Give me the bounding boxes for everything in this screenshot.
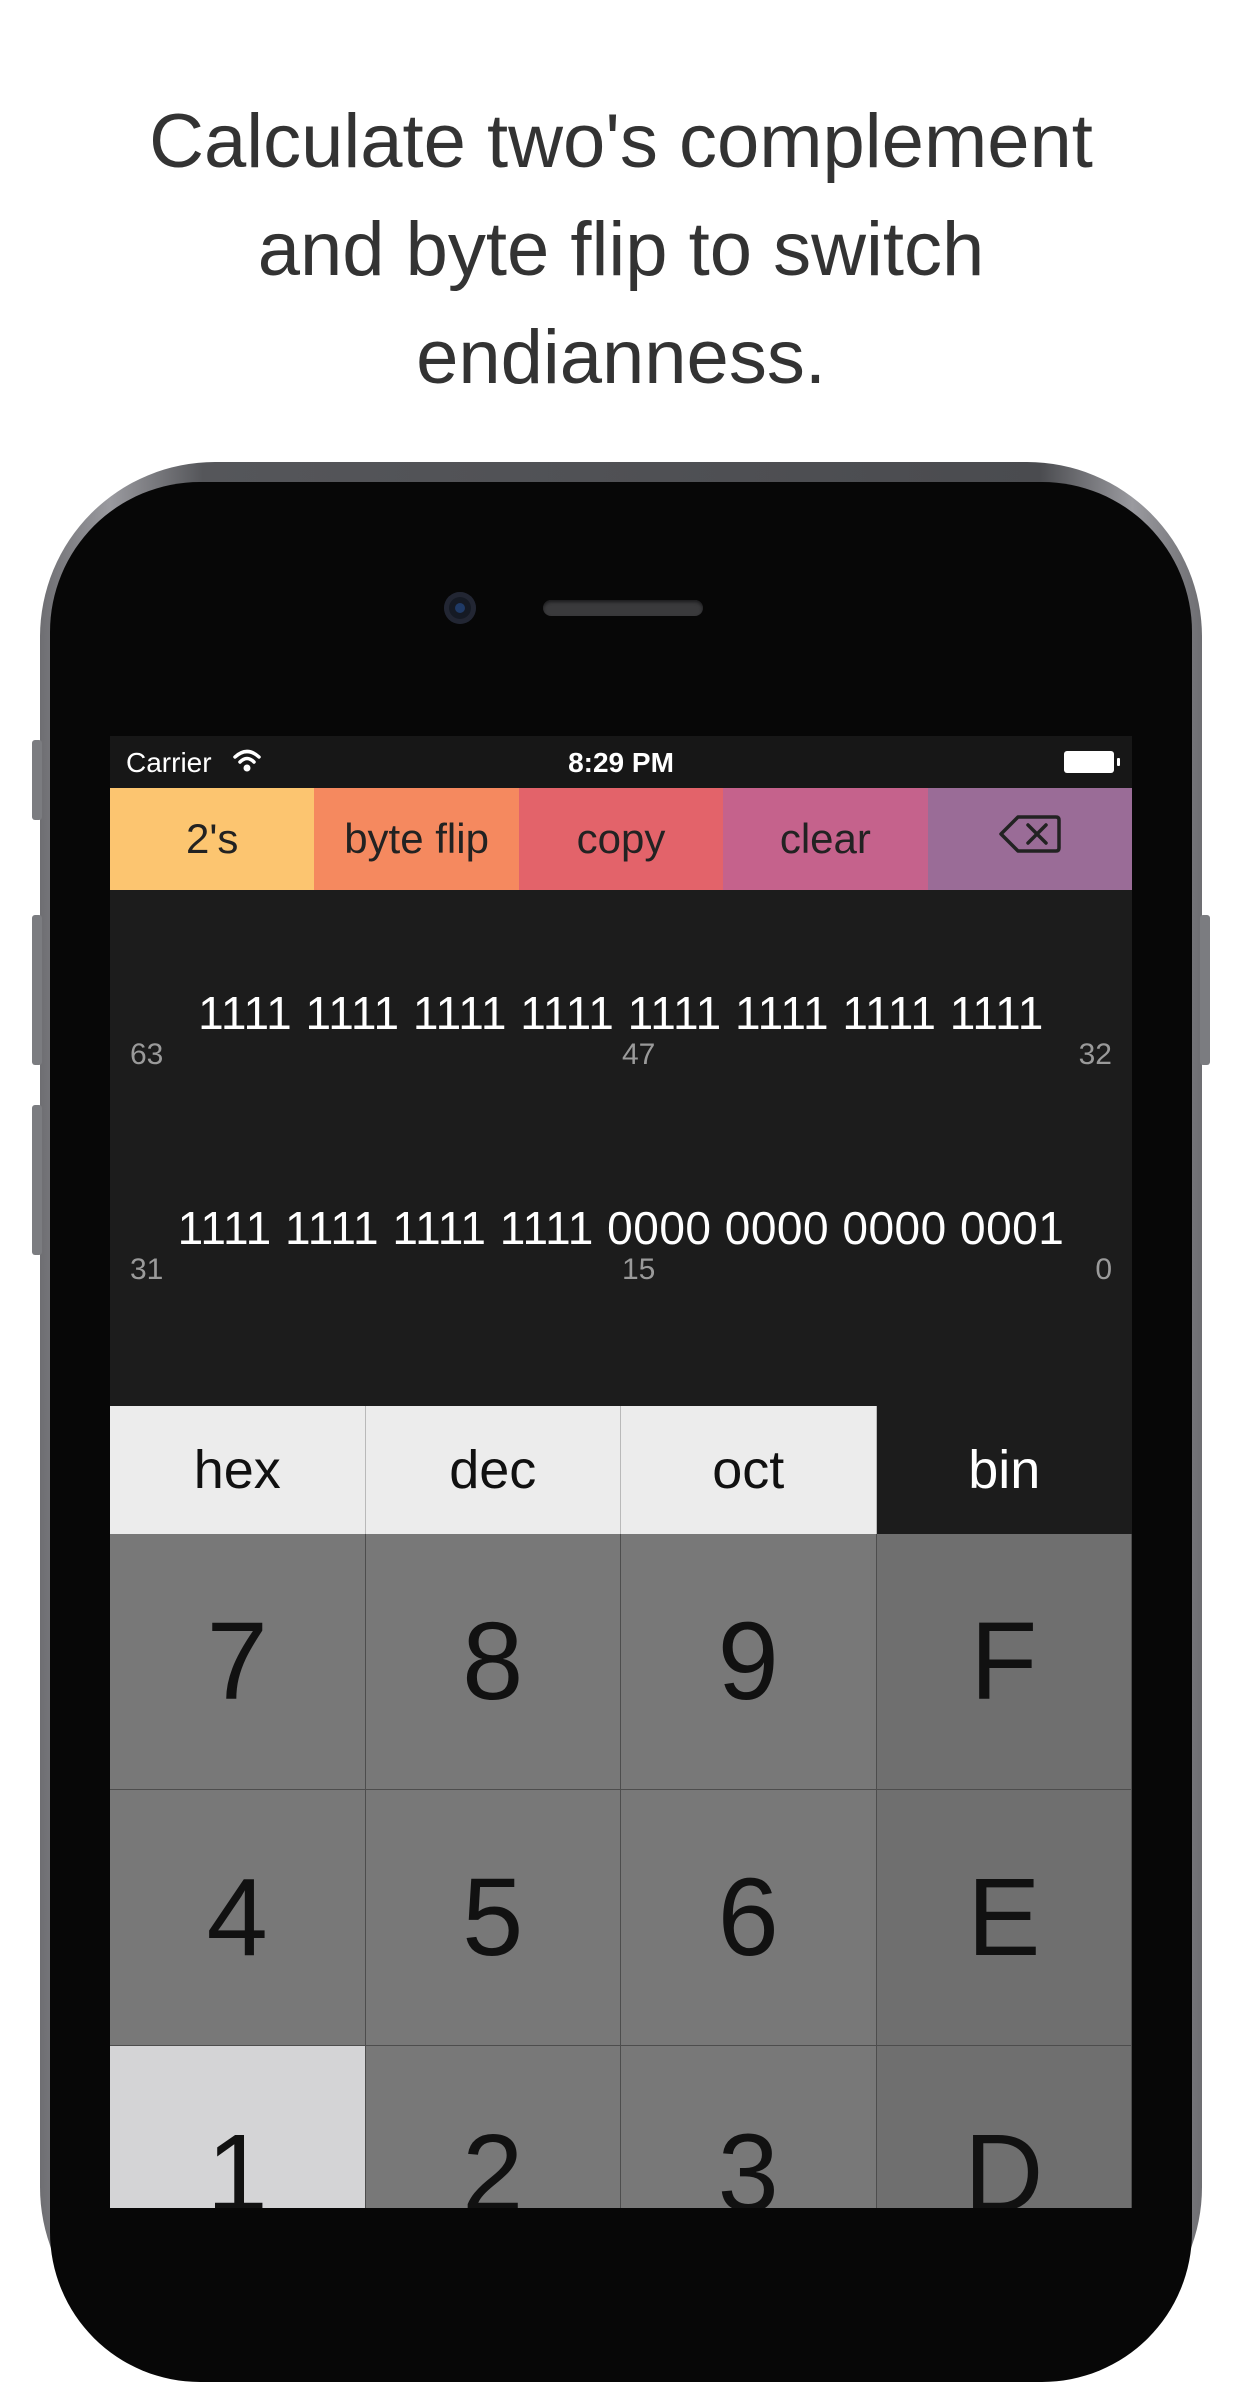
keypad: 7 8 9 F 4 5 6 E 1 2 3 D [110, 1534, 1132, 2208]
bit-index-32: 32 [1078, 1038, 1112, 1071]
toolbar: 2's byte flip copy clear [110, 788, 1132, 890]
base-tab-dec[interactable]: dec [365, 1406, 621, 1534]
clear-button[interactable]: clear [723, 788, 928, 890]
key-4[interactable]: 4 [110, 1790, 366, 2046]
mute-switch [32, 740, 42, 820]
key-9[interactable]: 9 [621, 1534, 877, 1790]
key-3[interactable]: 3 [621, 2046, 877, 2208]
key-1[interactable]: 1 [110, 2046, 366, 2208]
base-tab-oct[interactable]: oct [621, 1406, 877, 1534]
bits-low: 1111 1111 1111 1111 0000 0000 0000 0001 [177, 1202, 1065, 1254]
headline-line-3: endianness. [416, 315, 826, 400]
key-e[interactable]: E [876, 1790, 1132, 2046]
key-6[interactable]: 6 [621, 1790, 877, 2046]
bit-index-63: 63 [130, 1038, 164, 1071]
backspace-button[interactable] [927, 788, 1132, 890]
key-5[interactable]: 5 [365, 1790, 621, 2046]
twos-complement-button[interactable]: 2's [110, 788, 315, 890]
earpiece-speaker [543, 600, 703, 616]
key-2[interactable]: 2 [365, 2046, 621, 2208]
base-selector: hex dec oct bin [110, 1406, 1132, 1534]
key-8[interactable]: 8 [365, 1534, 621, 1790]
front-camera [444, 592, 476, 624]
key-f[interactable]: F [876, 1534, 1132, 1790]
bit-index-15: 15 [622, 1253, 656, 1286]
copy-button[interactable]: copy [518, 788, 724, 890]
headline-line-2: and byte flip to switch [257, 207, 985, 292]
headline: Calculate two's complement and byte flip… [0, 88, 1242, 412]
volume-up-button [32, 915, 42, 1065]
status-bar: Carrier 8:29 PM [110, 736, 1132, 788]
power-button [1200, 915, 1210, 1065]
key-7[interactable]: 7 [110, 1534, 366, 1790]
volume-down-button [32, 1105, 42, 1255]
status-time: 8:29 PM [568, 747, 674, 778]
backspace-icon [998, 814, 1062, 864]
bit-index-0: 0 [1095, 1253, 1112, 1286]
key-d[interactable]: D [876, 2046, 1132, 2208]
headline-line-1: Calculate two's complement [149, 99, 1093, 184]
bits-high: 1111 1111 1111 1111 1111 1111 1111 1111 [198, 987, 1044, 1039]
base-tab-bin[interactable]: bin [876, 1406, 1132, 1534]
byte-flip-button[interactable]: byte flip [314, 788, 519, 890]
app-screen: Carrier 8:29 PM 2's byte flip copy clear… [110, 736, 1132, 2208]
battery-icon [1064, 751, 1120, 773]
base-tab-hex[interactable]: hex [110, 1406, 366, 1534]
bit-index-47: 47 [622, 1038, 656, 1071]
bit-index-31: 31 [130, 1253, 164, 1286]
